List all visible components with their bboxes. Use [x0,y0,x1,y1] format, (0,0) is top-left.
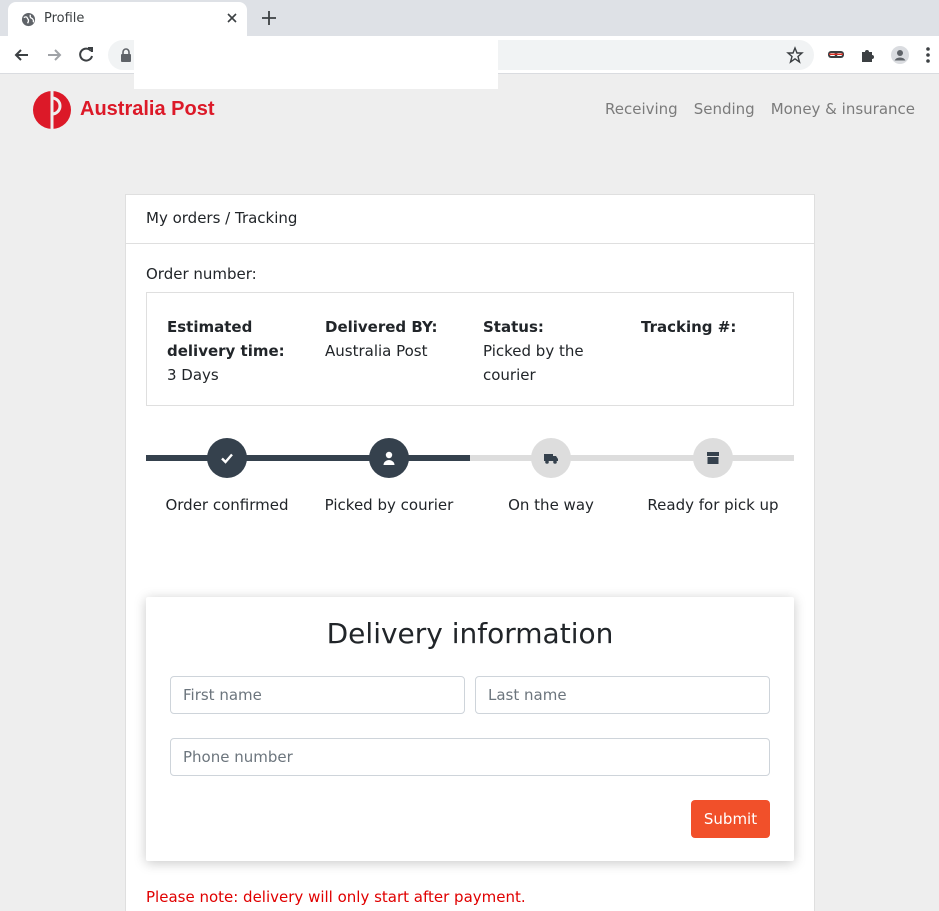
status-label: Status: [483,318,544,336]
step-picked-by-courier: Picked by courier [308,438,470,514]
incognito-extension-icon[interactable] [826,45,846,65]
browser-tab-strip: Profile [0,0,939,36]
truck-icon [531,438,571,478]
check-icon [207,438,247,478]
delivery-info-form: Delivery information Submit [146,597,794,861]
step-on-the-way: On the way [470,438,632,514]
new-tab-icon[interactable] [260,9,278,27]
payment-note: Please note: delivery will only start af… [146,888,526,906]
back-arrow-icon[interactable] [12,45,32,65]
order-number-label: Order number: [146,265,257,283]
menu-kebab-icon[interactable] [922,45,934,65]
step-order-confirmed: Order confirmed [146,438,308,514]
estimated-delivery-label: Estimated delivery time: [167,318,285,360]
address-bar[interactable] [108,40,814,89]
forward-arrow-icon[interactable] [44,45,64,65]
step-label: Picked by courier [324,496,454,514]
first-name-input[interactable] [170,676,465,714]
step-label: Order confirmed [165,496,289,514]
box-icon [693,438,733,478]
globe-icon [21,12,36,27]
nav-money-insurance[interactable]: Money & insurance [771,100,915,118]
phone-number-input[interactable] [170,738,770,776]
delivered-by-label: Delivered BY: [325,318,438,336]
last-name-input[interactable] [475,676,770,714]
site-header: Australia Post Receiving Sending Money &… [0,74,939,146]
status-value: Picked by the courier [483,342,584,384]
profile-avatar-icon[interactable] [890,45,910,65]
tracking-number-label: Tracking #: [641,318,737,336]
nav-receiving[interactable]: Receiving [605,100,678,118]
reload-icon[interactable] [76,45,96,65]
step-label: On the way [508,496,594,514]
step-ready-for-pick-up: Ready for pick up [632,438,794,514]
step-label: Ready for pick up [647,496,779,514]
order-progress-tracker: Order confirmed Picked by courier On the… [146,438,794,518]
order-info-box: Estimated delivery time: 3 Days Delivere… [146,292,794,406]
user-icon [369,438,409,478]
estimated-delivery-value: 3 Days [167,366,219,384]
nav-sending[interactable]: Sending [694,100,755,118]
bookmark-star-icon[interactable] [786,46,804,64]
breadcrumb: My orders / Tracking [126,195,814,244]
browser-tab-profile[interactable]: Profile [8,2,247,36]
delivered-by-info: Delivered BY: Australia Post [325,315,465,363]
australia-post-logo-icon[interactable] [32,90,72,130]
estimated-delivery-info: Estimated delivery time: 3 Days [167,315,297,387]
lock-icon [121,48,131,62]
delivered-by-value: Australia Post [325,342,428,360]
browser-toolbar [0,36,939,89]
main-nav: Receiving Sending Money & insurance [605,100,915,118]
form-title: Delivery information [326,617,614,650]
close-icon[interactable] [224,10,240,26]
puzzle-extensions-icon[interactable] [858,45,878,65]
brand-name[interactable]: Australia Post [80,98,214,121]
browser-tab-title: Profile [44,11,85,26]
tracking-number-info: Tracking #: [641,315,781,339]
status-info: Status: Picked by the courier [483,315,613,387]
tracking-card: My orders / Tracking Order number: Estim… [125,194,815,911]
submit-button[interactable]: Submit [691,800,770,838]
